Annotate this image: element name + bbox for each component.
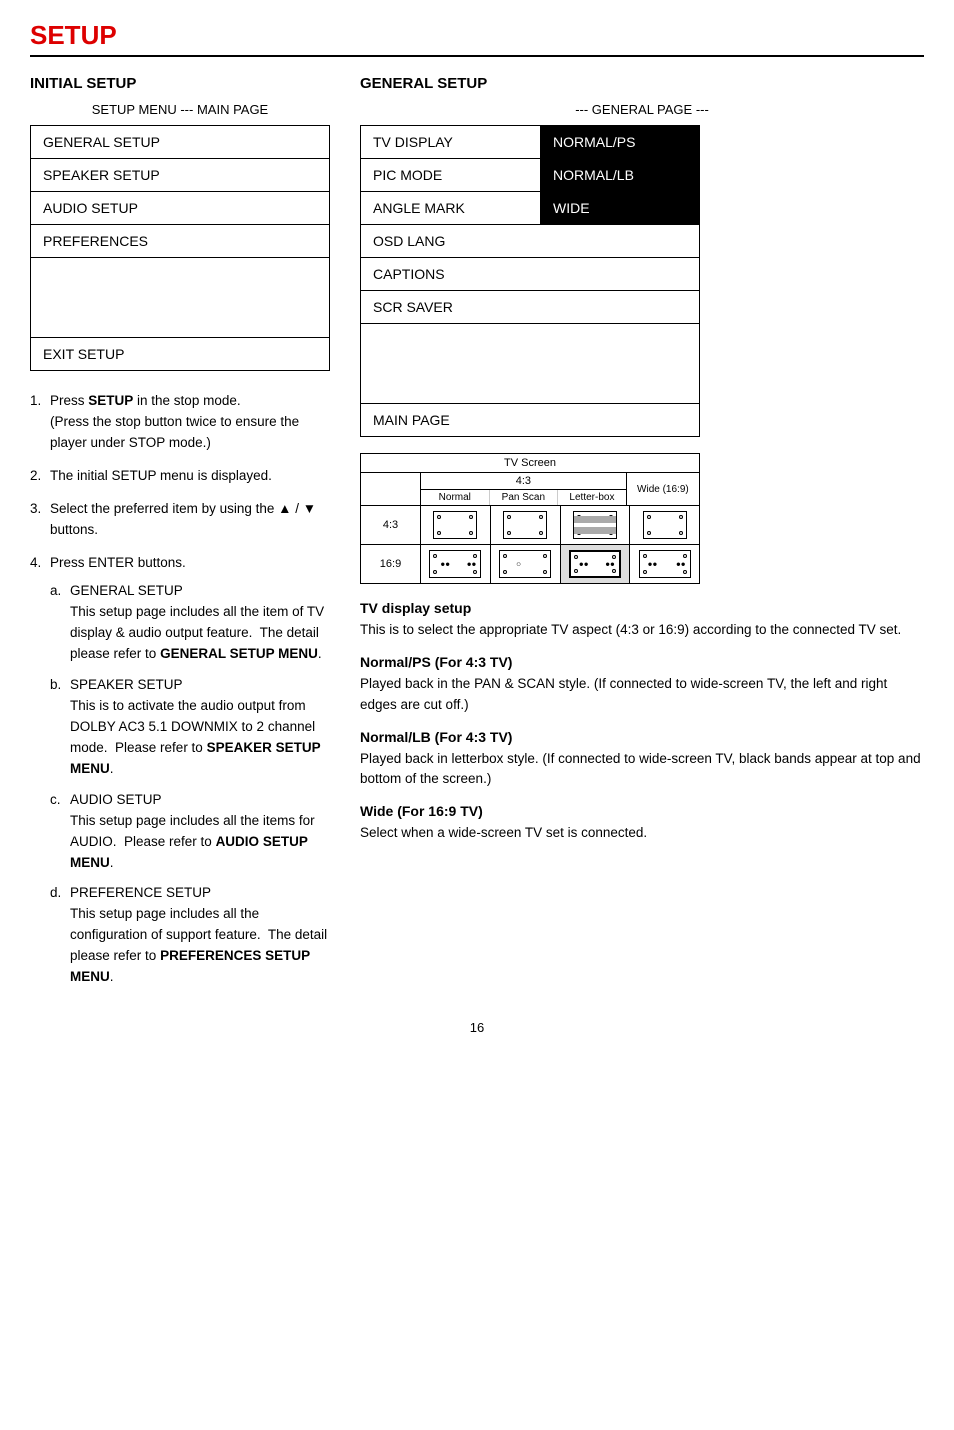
step-1-sub: (Press the stop button twice to ensure t…: [50, 414, 299, 450]
general-left-tvdisplay: TV DISPLAY: [361, 126, 541, 158]
desc-normal-lb-title: Normal/LB (For 4:3 TV): [360, 729, 924, 745]
general-row-tvdisplay[interactable]: TV DISPLAY NORMAL/PS: [361, 126, 699, 159]
diagram-cell-43-panscan: [491, 506, 561, 544]
general-setup-heading: GENERAL SETUP: [360, 75, 924, 92]
menu-item-speaker[interactable]: SPEAKER SETUP: [31, 159, 329, 192]
general-row-anglemark[interactable]: ANGLE MARK WIDE: [361, 192, 699, 225]
general-left-captions: CAPTIONS: [361, 258, 699, 290]
diagram-cell-43-wide: [630, 506, 699, 544]
initial-setup-heading: INITIAL SETUP: [30, 75, 330, 92]
desc-normal-ps-body: Played back in the PAN & SCAN style. (If…: [360, 674, 924, 715]
general-left-picmode: PIC MODE: [361, 159, 541, 191]
initial-setup-section: INITIAL SETUP SETUP MENU --- MAIN PAGE G…: [30, 75, 330, 1000]
general-setup-section: GENERAL SETUP --- GENERAL PAGE --- TV DI…: [360, 75, 924, 1000]
general-setup-subheading: --- GENERAL PAGE ---: [360, 102, 924, 117]
desc-wide-body: Select when a wide-screen TV set is conn…: [360, 823, 924, 843]
general-mainpage: MAIN PAGE: [361, 404, 462, 436]
general-row-spacer: [361, 324, 699, 404]
general-left-osdlang: OSD LANG: [361, 225, 699, 257]
diagram-cell-169-normal: ●● ●●: [421, 545, 491, 583]
step-4b: b. SPEAKER SETUP This is to activate the…: [50, 675, 330, 780]
diagram-43-label: 4:3: [421, 473, 626, 490]
general-row-captions[interactable]: CAPTIONS: [361, 258, 699, 291]
desc-tv-display-title: TV display setup: [360, 600, 924, 616]
diagram-header-empty: [361, 473, 421, 505]
diagram-cell-169-panscan: ○: [491, 545, 561, 583]
desc-normal-ps-title: Normal/PS (For 4:3 TV): [360, 654, 924, 670]
desc-normal-lb-body: Played back in letterbox style. (If conn…: [360, 749, 924, 790]
descriptions: TV display setup This is to select the a…: [360, 600, 924, 844]
diagram-wide-label: Wide (16:9): [627, 473, 699, 505]
diagram-title: TV Screen: [361, 454, 699, 473]
diagram-header-row: 4:3 Normal Pan Scan Letter-box Wide (16:…: [361, 473, 699, 506]
general-row-osdlang[interactable]: OSD LANG: [361, 225, 699, 258]
diagram-row-169: 16:9 ●● ●● ○: [361, 545, 699, 583]
page-number: 16: [30, 1020, 924, 1035]
initial-setup-menu: GENERAL SETUP SPEAKER SETUP AUDIO SETUP …: [30, 125, 330, 371]
diagram-cell-169-wide: ●● ●●: [630, 545, 699, 583]
diagram-row-43: 4:3: [361, 506, 699, 545]
step-4a: a. GENERAL SETUP This setup page include…: [50, 581, 330, 665]
step-4d: d. PREFERENCE SETUP This setup page incl…: [50, 883, 330, 988]
desc-tv-display: TV display setup This is to select the a…: [360, 600, 924, 640]
instructions: 1. Press SETUP in the stop mode. (Press …: [30, 391, 330, 988]
diagram-43-block: 4:3 Normal Pan Scan Letter-box: [421, 473, 627, 505]
initial-setup-subheading: SETUP MENU --- MAIN PAGE: [30, 102, 330, 117]
tv-screen-diagram: TV Screen 4:3 Normal Pan Scan Letter-box…: [360, 453, 700, 584]
general-right-anglemark: WIDE: [541, 192, 699, 224]
general-left-anglemark: ANGLE MARK: [361, 192, 541, 224]
general-row-scrsaver[interactable]: SCR SAVER: [361, 291, 699, 324]
desc-tv-display-body: This is to select the appropriate TV asp…: [360, 620, 924, 640]
menu-item-audio[interactable]: AUDIO SETUP: [31, 192, 329, 225]
menu-item-general[interactable]: GENERAL SETUP: [31, 126, 329, 159]
general-left-scrsaver: SCR SAVER: [361, 291, 699, 323]
general-menu: TV DISPLAY NORMAL/PS PIC MODE NORMAL/LB …: [360, 125, 700, 437]
desc-wide-title: Wide (For 16:9 TV): [360, 803, 924, 819]
diagram-cell-169-letterbox: ●● ●●: [561, 545, 631, 583]
desc-normal-lb: Normal/LB (For 4:3 TV) Played back in le…: [360, 729, 924, 790]
page-title: SETUP: [30, 20, 924, 51]
general-row-picmode[interactable]: PIC MODE NORMAL/LB: [361, 159, 699, 192]
step-1: 1. Press SETUP in the stop mode. (Press …: [30, 391, 330, 454]
title-divider: [30, 55, 924, 57]
menu-item-spacer: [31, 258, 329, 338]
menu-item-exit[interactable]: EXIT SETUP: [31, 338, 329, 370]
diagram-sub-normal: Normal: [421, 490, 490, 505]
diagram-cell-43-letterbox: [561, 506, 631, 544]
general-row-mainpage[interactable]: MAIN PAGE: [361, 404, 699, 436]
step-4: 4. Press ENTER buttons. a. GENERAL SETUP…: [30, 553, 330, 989]
general-right-tvdisplay: NORMAL/PS: [541, 126, 699, 158]
desc-wide: Wide (For 16:9 TV) Select when a wide-sc…: [360, 803, 924, 843]
diagram-label-169: 16:9: [361, 545, 421, 583]
diagram-label-43: 4:3: [361, 506, 421, 544]
diagram-sub-letterbox: Letter-box: [558, 490, 626, 505]
menu-item-preferences[interactable]: PREFERENCES: [31, 225, 329, 258]
step-2: 2. The initial SETUP menu is displayed.: [30, 466, 330, 487]
step-3: 3. Select the preferred item by using th…: [30, 499, 330, 541]
diagram-sub-panscan: Pan Scan: [490, 490, 559, 505]
diagram-cell-43-normal: [421, 506, 491, 544]
step-4c: c. AUDIO SETUP This setup page includes …: [50, 790, 330, 874]
desc-normal-ps: Normal/PS (For 4:3 TV) Played back in th…: [360, 654, 924, 715]
diagram-sub-headers: Normal Pan Scan Letter-box: [421, 490, 626, 505]
general-right-picmode: NORMAL/LB: [541, 159, 699, 191]
